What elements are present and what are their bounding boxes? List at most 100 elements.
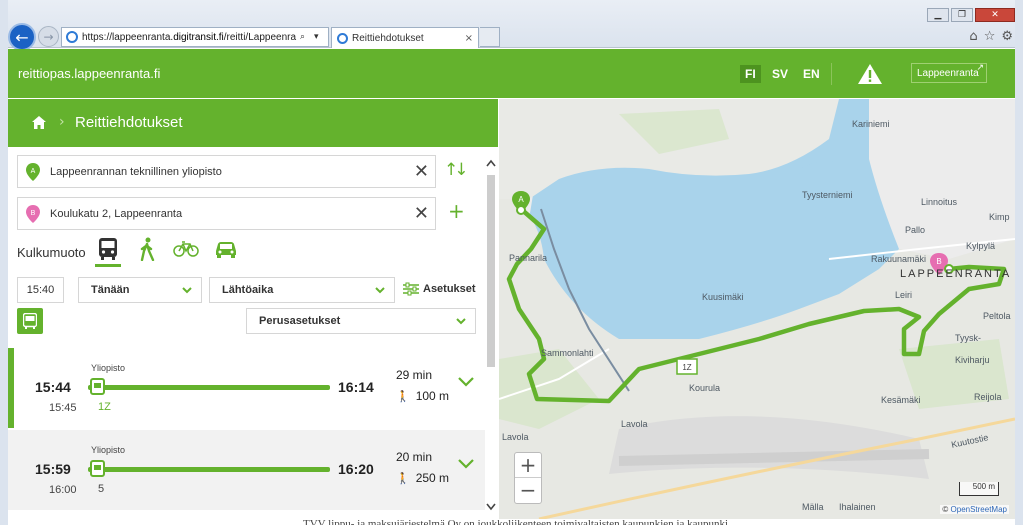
walk-icon: 🚶 bbox=[396, 389, 410, 403]
preset-select[interactable]: Perusasetukset bbox=[246, 308, 476, 334]
window-frame-left bbox=[0, 0, 8, 525]
arrival-time: 16:14 bbox=[338, 379, 374, 395]
mode-bicycle-button[interactable] bbox=[173, 237, 199, 267]
place-label: Mälla bbox=[802, 502, 824, 512]
destination-marker-label: B bbox=[31, 210, 36, 217]
page-title: Reittiehdotukset bbox=[75, 114, 183, 131]
place-label: Sammonlahti bbox=[541, 348, 594, 358]
place-label: Linnoitus bbox=[921, 197, 958, 207]
place-label: Peltola bbox=[983, 311, 1011, 321]
map-route-label: 1Z bbox=[682, 363, 691, 372]
place-label: Kesämäki bbox=[881, 395, 921, 405]
origin-value: Lappeenrannan teknillinen yliopisto bbox=[50, 165, 222, 178]
bus-icon bbox=[23, 313, 37, 329]
site-name-link[interactable]: reittiopas.lappeenranta.fi bbox=[18, 66, 160, 81]
duration: 29 min bbox=[396, 368, 433, 382]
chevron-down-icon bbox=[375, 287, 385, 294]
map-canvas[interactable]: 1Z A B bbox=[499, 99, 1015, 519]
background-page-text: TVV lippu- ja maksujärjestelmä Oy on jou… bbox=[303, 518, 729, 525]
time-input[interactable]: 15:40 bbox=[17, 277, 64, 303]
scrollbar-thumb[interactable] bbox=[487, 175, 495, 367]
settings-gear-icon[interactable]: ⚙ bbox=[1001, 29, 1013, 44]
home-icon[interactable] bbox=[32, 116, 46, 129]
departure-mode-select[interactable]: Lähtöaika bbox=[209, 277, 395, 303]
clear-origin-icon[interactable]: ✕ bbox=[414, 163, 429, 181]
back-button[interactable]: ← bbox=[8, 23, 36, 51]
browser-toolbar: ⌂ ☆ ⚙ bbox=[969, 29, 1013, 44]
favorites-star-icon[interactable]: ☆ bbox=[984, 29, 996, 44]
origin-map-marker-label: A bbox=[518, 195, 524, 204]
mode-car-button[interactable] bbox=[214, 237, 238, 267]
place-label: Kariniemi bbox=[852, 119, 890, 129]
day-select[interactable]: Tänään bbox=[78, 277, 202, 303]
destination-map-marker-label: B bbox=[936, 257, 941, 266]
site-header: reittiopas.lappeenranta.fi FI SV EN Lapp… bbox=[8, 49, 1015, 98]
route-number: 1Z bbox=[98, 401, 111, 413]
sliders-icon bbox=[403, 282, 419, 296]
clear-destination-icon[interactable]: ✕ bbox=[414, 205, 429, 223]
add-via-point-icon[interactable]: + bbox=[448, 199, 465, 223]
place-label: Leiri bbox=[895, 290, 913, 300]
forward-button[interactable]: → bbox=[38, 26, 59, 47]
bus-leg-icon bbox=[90, 378, 105, 395]
settings-button[interactable]: Asetukset bbox=[403, 282, 476, 296]
route-map[interactable]: 1Z A B Kariniemi Tyysterniemi Linnoitus … bbox=[499, 99, 1015, 519]
disruption-warning-icon[interactable] bbox=[857, 63, 883, 85]
city-link-button[interactable]: Lappeenranta ↗ bbox=[911, 63, 987, 83]
itinerary-summary[interactable]: Yliopisto 15:59 16:00 5 16:20 20 min 🚶 25… bbox=[8, 430, 485, 510]
address-bar[interactable]: https://lappeenranta. digitransit.fi/reit… bbox=[61, 27, 329, 47]
maximize-button[interactable]: ❐ bbox=[951, 8, 973, 22]
scroll-up-icon[interactable] bbox=[486, 159, 496, 167]
mode-walk-button[interactable] bbox=[139, 237, 155, 267]
origin-field[interactable]: A Lappeenrannan teknillinen yliopisto ✕ bbox=[17, 155, 436, 188]
map-scale: 500 m bbox=[959, 482, 999, 496]
place-label: Lavola bbox=[502, 432, 529, 442]
chevron-down-icon[interactable] bbox=[457, 456, 475, 470]
boarding-stop: Yliopisto bbox=[91, 363, 126, 373]
chevron-down-icon[interactable] bbox=[457, 374, 475, 388]
language-fi-button[interactable]: FI bbox=[740, 65, 761, 83]
bicycle-icon bbox=[173, 241, 199, 257]
language-sv-button[interactable]: SV bbox=[772, 67, 788, 81]
scheduled-time: 16:00 bbox=[49, 484, 77, 496]
destination-marker-icon: B bbox=[26, 204, 40, 223]
itinerary-summary[interactable]: Yliopisto 15:44 15:45 1Z 16:14 29 min 🚶 1… bbox=[8, 348, 485, 428]
map-attribution[interactable]: © OpenStreetMap bbox=[940, 505, 1009, 514]
attribution-prefix: © bbox=[942, 505, 951, 514]
external-link-icon: ↗ bbox=[976, 63, 984, 73]
address-tools-icon[interactable]: ⌕ ▾ 🔒 ↻ bbox=[296, 32, 328, 42]
browser-tab[interactable]: Reittiehdotukset × bbox=[331, 27, 479, 48]
url-prefix: https://lappeenranta. bbox=[82, 31, 174, 43]
mode-bus-button[interactable] bbox=[95, 237, 121, 267]
route-1z-tag: 1Z bbox=[676, 358, 698, 375]
boarding-stop: Yliopisto bbox=[91, 445, 126, 455]
panel-scrollbar[interactable] bbox=[485, 155, 497, 511]
zoom-out-button[interactable]: − bbox=[515, 478, 541, 503]
new-tab-button[interactable] bbox=[480, 27, 500, 47]
place-label: Kuusimäki bbox=[702, 292, 744, 302]
minimize-button[interactable]: ▁ bbox=[927, 8, 949, 22]
walk-distance-row: 🚶 100 m bbox=[396, 389, 449, 403]
place-label: Kourula bbox=[689, 383, 721, 393]
destination-field[interactable]: B Koulukatu 2, Lappeenranta ✕ bbox=[17, 197, 436, 230]
transport-mode-label: Kulkumuoto bbox=[17, 245, 86, 260]
bus-filter-button[interactable] bbox=[17, 308, 43, 334]
breadcrumb-separator-icon: › bbox=[59, 114, 65, 130]
route-search-panel: A Lappeenrannan teknillinen yliopisto ✕ … bbox=[8, 147, 498, 519]
tab-close-icon[interactable]: × bbox=[465, 33, 473, 44]
scheduled-time: 15:45 bbox=[49, 402, 77, 414]
home-icon[interactable]: ⌂ bbox=[969, 29, 977, 44]
attribution-link[interactable]: OpenStreetMap bbox=[951, 505, 1007, 514]
leg-bar bbox=[88, 467, 330, 472]
zoom-in-button[interactable]: + bbox=[515, 453, 541, 478]
window-controls: ▁ ❐ ✕ bbox=[927, 8, 1015, 22]
place-label: Lavola bbox=[621, 419, 648, 429]
swap-locations-icon[interactable]: ↑↓ bbox=[444, 160, 468, 180]
route-number: 5 bbox=[98, 483, 105, 495]
close-window-button[interactable]: ✕ bbox=[975, 8, 1015, 22]
origin-marker-icon: A bbox=[26, 162, 40, 181]
window-frame-right bbox=[1015, 0, 1023, 525]
place-label: LAPPEENRANTA bbox=[900, 268, 1012, 280]
language-en-button[interactable]: EN bbox=[803, 67, 820, 81]
scroll-down-icon[interactable] bbox=[486, 503, 496, 511]
